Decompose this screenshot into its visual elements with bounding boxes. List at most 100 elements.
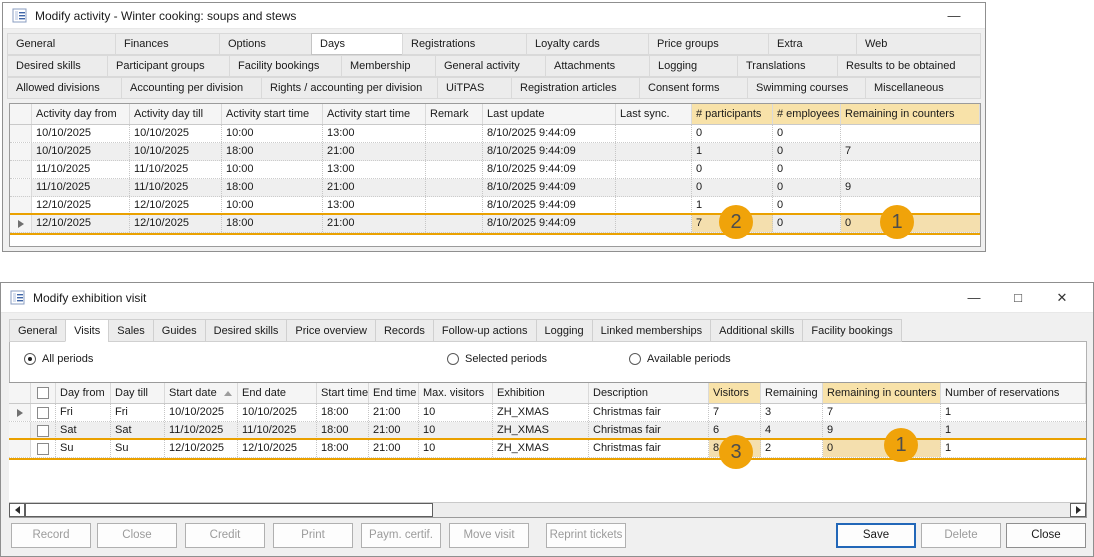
tab-days[interactable]: Days (311, 33, 402, 55)
cell[interactable] (426, 125, 483, 142)
row-selector-cell[interactable] (10, 215, 32, 232)
tab-follow-up-actions[interactable]: Follow-up actions (433, 319, 536, 342)
close-button[interactable]: ✕ (1040, 283, 1084, 312)
select-all-checkbox-cell[interactable] (31, 383, 56, 403)
column-header[interactable]: Activity day from (32, 104, 130, 124)
tab-participant-groups[interactable]: Participant groups (107, 55, 229, 77)
cell[interactable]: 18:00 (222, 215, 323, 232)
tab-logging[interactable]: Logging (536, 319, 592, 342)
cell[interactable] (426, 143, 483, 160)
activity-row-selected[interactable]: 12/10/2025 12/10/2025 18:00 21:00 8/10/2… (10, 215, 980, 233)
cell[interactable]: 0 (773, 143, 841, 160)
scroll-right-button[interactable] (1070, 503, 1086, 517)
cell[interactable]: 7 (823, 404, 941, 421)
delete-button[interactable]: Delete (921, 523, 1001, 548)
cell[interactable]: 21:00 (323, 179, 426, 196)
cell[interactable]: 12/10/2025 (238, 440, 317, 457)
cell[interactable]: 0 (773, 197, 841, 214)
cell[interactable]: 18:00 (222, 143, 323, 160)
cell[interactable]: 7 (709, 404, 761, 421)
cell[interactable]: 8/10/2025 9:44:09 (483, 215, 616, 232)
cell[interactable]: 12/10/2025 (32, 197, 130, 214)
cell[interactable]: 13:00 (323, 161, 426, 178)
cell[interactable]: 21:00 (323, 215, 426, 232)
cell-employees[interactable]: 0 (773, 215, 841, 232)
cell[interactable]: Sat (111, 422, 165, 439)
column-header[interactable]: Remark (426, 104, 483, 124)
cell[interactable]: 0 (692, 179, 773, 196)
row-selector-cell[interactable] (9, 404, 31, 421)
cell[interactable]: 12/10/2025 (32, 215, 130, 232)
tab-general-activity[interactable]: General activity (435, 55, 545, 77)
cell[interactable] (616, 143, 692, 160)
column-header[interactable]: Activity day till (130, 104, 222, 124)
row-selector-cell[interactable] (10, 161, 32, 178)
cell[interactable]: 9 (841, 179, 980, 196)
cell[interactable]: 8/10/2025 9:44:09 (483, 125, 616, 142)
cell[interactable]: Su (111, 440, 165, 457)
cell[interactable]: 11/10/2025 (130, 161, 222, 178)
row-checkbox-cell[interactable] (31, 440, 56, 457)
tab-options[interactable]: Options (219, 33, 311, 55)
payment-certificate-button[interactable]: Paym. certif. (361, 523, 441, 548)
cell[interactable] (426, 179, 483, 196)
cell[interactable]: Christmas fair (589, 422, 709, 439)
cell[interactable]: 0 (773, 179, 841, 196)
tab-web[interactable]: Web (856, 33, 981, 55)
cell[interactable] (616, 125, 692, 142)
cell[interactable]: 10/10/2025 (165, 404, 238, 421)
visit-row-selected[interactable]: Su Su 12/10/2025 12/10/2025 18:00 21:00 … (9, 440, 1086, 458)
radio-selected-periods[interactable]: Selected periods (447, 353, 547, 365)
tab-attachments[interactable]: Attachments (545, 55, 649, 77)
cell[interactable]: 10:00 (222, 197, 323, 214)
row-selector-cell[interactable] (10, 143, 32, 160)
cell[interactable]: ZH_XMAS (493, 440, 589, 457)
tab-registrations[interactable]: Registrations (402, 33, 526, 55)
cell[interactable]: 0 (773, 161, 841, 178)
row-selector-cell[interactable] (10, 179, 32, 196)
visit-row[interactable]: Fri Fri 10/10/2025 10/10/2025 18:00 21:0… (9, 404, 1086, 422)
cell[interactable]: 13:00 (323, 197, 426, 214)
reprint-tickets-button[interactable]: Reprint tickets (546, 523, 626, 548)
cell[interactable]: 11/10/2025 (165, 422, 238, 439)
cell[interactable]: Fri (111, 404, 165, 421)
visit-row[interactable]: Sat Sat 11/10/2025 11/10/2025 18:00 21:0… (9, 422, 1086, 440)
cell[interactable]: 11/10/2025 (32, 179, 130, 196)
cell[interactable] (616, 197, 692, 214)
cell[interactable]: 0 (692, 125, 773, 142)
row-selector-cell[interactable] (9, 422, 31, 439)
column-header[interactable]: Day till (111, 383, 165, 403)
tab-loyalty-cards[interactable]: Loyalty cards (526, 33, 648, 55)
minimize-button[interactable]: — (932, 3, 976, 28)
cell[interactable]: 18:00 (317, 404, 369, 421)
column-header[interactable]: Last sync. (616, 104, 692, 124)
column-header-start-date[interactable]: Start date (165, 383, 238, 403)
tab-membership[interactable]: Membership (341, 55, 435, 77)
tab-logging[interactable]: Logging (649, 55, 737, 77)
cell[interactable]: 9 (823, 422, 941, 439)
cell[interactable]: 10:00 (222, 161, 323, 178)
tab-visits[interactable]: Visits (65, 319, 108, 342)
tab-uitpas[interactable]: UiTPAS (437, 77, 511, 99)
cell[interactable]: 8/10/2025 9:44:09 (483, 143, 616, 160)
column-header[interactable]: Exhibition (493, 383, 589, 403)
row-selector-cell[interactable] (9, 440, 31, 457)
column-header-remaining-in-counters[interactable]: Remaining in counters (823, 383, 941, 403)
cell[interactable] (841, 161, 980, 178)
cell[interactable]: 12/10/2025 (130, 215, 222, 232)
cell[interactable]: 10/10/2025 (130, 143, 222, 160)
maximize-button[interactable]: □ (996, 283, 1040, 312)
tab-sales[interactable]: Sales (108, 319, 153, 342)
cell[interactable] (616, 215, 692, 232)
cell[interactable]: 8/10/2025 9:44:09 (483, 179, 616, 196)
move-visit-button[interactable]: Move visit (449, 523, 529, 548)
column-header[interactable]: Activity start time (323, 104, 426, 124)
cell[interactable]: 18:00 (317, 422, 369, 439)
tab-facility-bookings[interactable]: Facility bookings (229, 55, 341, 77)
cell[interactable]: 10 (419, 404, 493, 421)
tab-miscellaneous[interactable]: Miscellaneous (865, 77, 981, 99)
tab-desired-skills[interactable]: Desired skills (205, 319, 287, 342)
cell[interactable]: Christmas fair (589, 440, 709, 457)
cell[interactable] (426, 215, 483, 232)
minimize-button[interactable]: — (952, 283, 996, 312)
